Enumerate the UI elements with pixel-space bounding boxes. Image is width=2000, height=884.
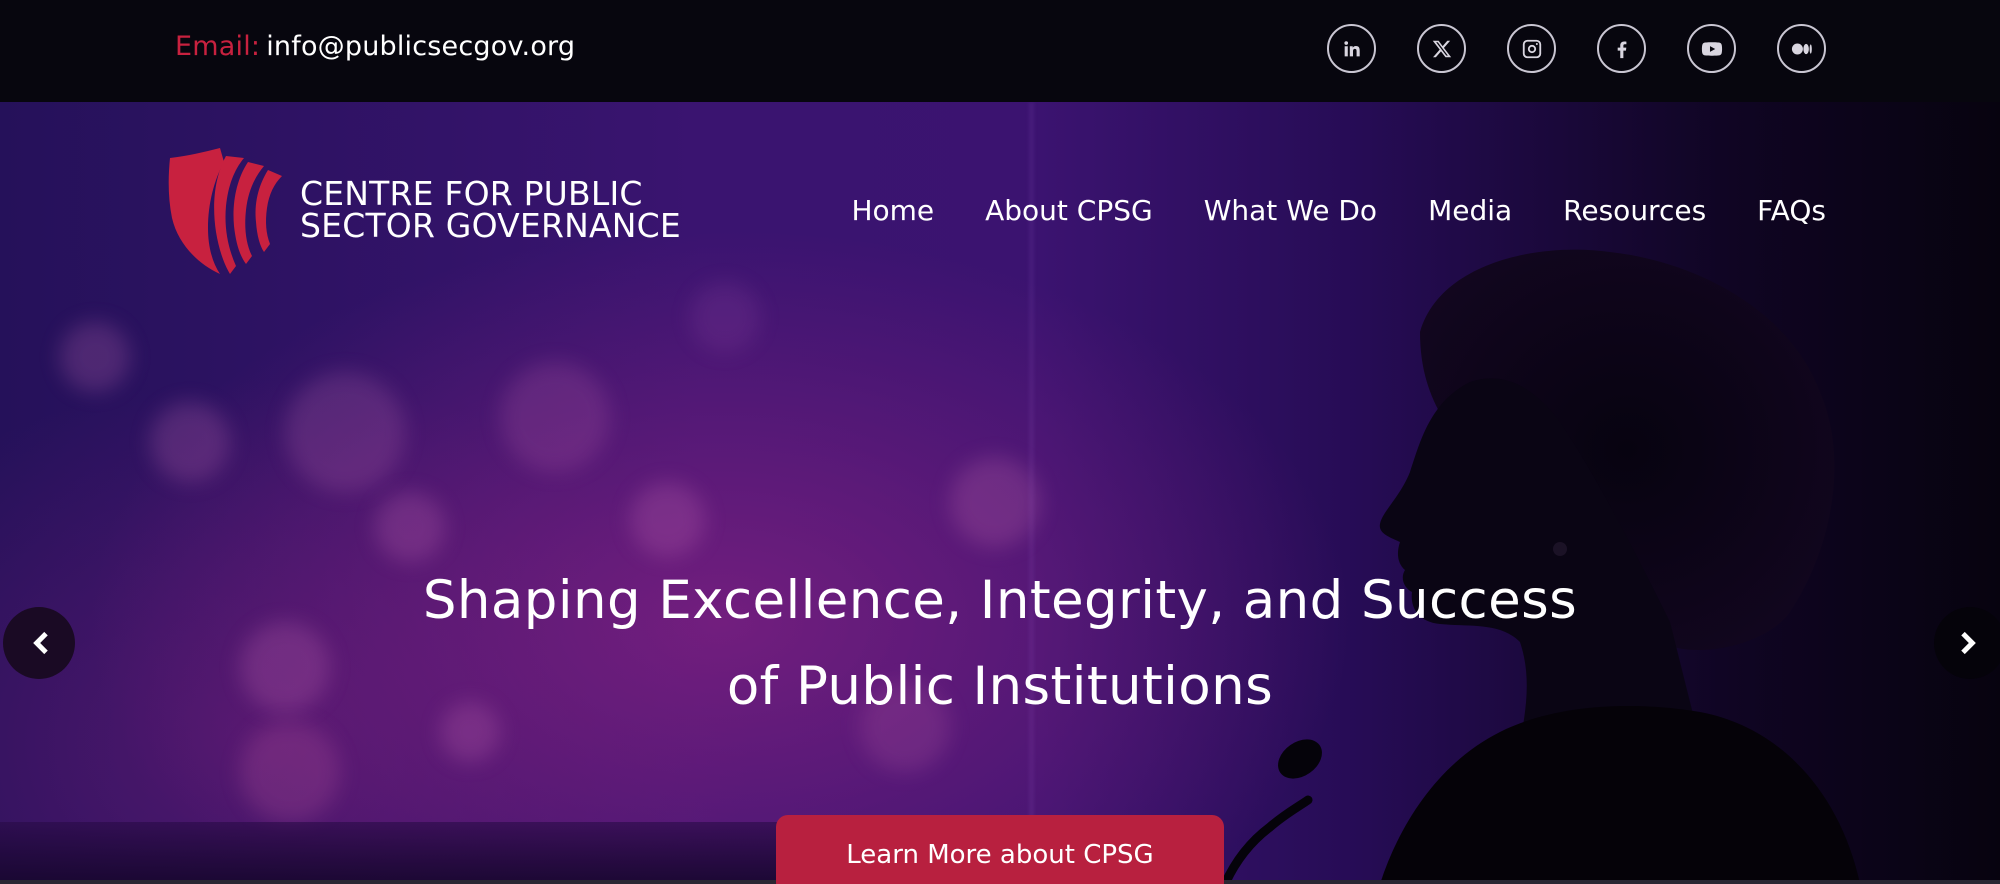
contact-email: Email: info@publicsecgov.org [175, 30, 575, 64]
hero-headline-line2: of Public Institutions [726, 656, 1274, 717]
medium-icon [1791, 43, 1812, 54]
nav-about-cpsg[interactable]: About CPSG [985, 191, 1153, 231]
x-twitter-icon [1432, 40, 1451, 57]
shield-logo-icon [168, 148, 282, 274]
youtube-icon [1701, 41, 1722, 56]
hero-headline: Shaping Excellence, Integrity, and Succe… [300, 558, 1700, 730]
top-bar: Email: info@publicsecgov.org [0, 0, 2000, 102]
youtube-link[interactable] [1687, 24, 1736, 73]
x-twitter-link[interactable] [1417, 24, 1466, 73]
carousel-prev-button[interactable] [3, 607, 75, 679]
facebook-icon [1617, 40, 1626, 58]
email-label: Email: [175, 31, 261, 62]
facebook-link[interactable] [1597, 24, 1646, 73]
instagram-link[interactable] [1507, 24, 1556, 73]
linkedin-icon [1343, 40, 1360, 56]
medium-link[interactable] [1777, 24, 1826, 73]
nav-faqs[interactable]: FAQs [1757, 191, 1826, 231]
carousel-next-button[interactable] [1934, 607, 2000, 679]
email-link[interactable]: info@publicsecgov.org [266, 31, 575, 62]
learn-more-button[interactable]: Learn More about CPSG [776, 815, 1224, 884]
hero-headline-line1: Shaping Excellence, Integrity, and Succe… [422, 570, 1578, 631]
instagram-icon [1522, 39, 1541, 58]
nav-home[interactable]: Home [851, 191, 934, 231]
nav-resources[interactable]: Resources [1563, 191, 1706, 231]
main-nav: Home About CPSG What We Do Media Resourc… [851, 191, 1826, 231]
nav-what-we-do[interactable]: What We Do [1204, 191, 1377, 231]
nav-media[interactable]: Media [1428, 191, 1512, 231]
site-logo[interactable]: CENTRE FOR PUBLIC SECTOR GOVERNANCE [168, 148, 688, 278]
brand-name-line2: SECTOR GOVERNANCE [300, 206, 681, 245]
chevron-right-icon [1961, 631, 1976, 655]
chevron-left-icon [33, 631, 48, 655]
linkedin-link[interactable] [1327, 24, 1376, 73]
